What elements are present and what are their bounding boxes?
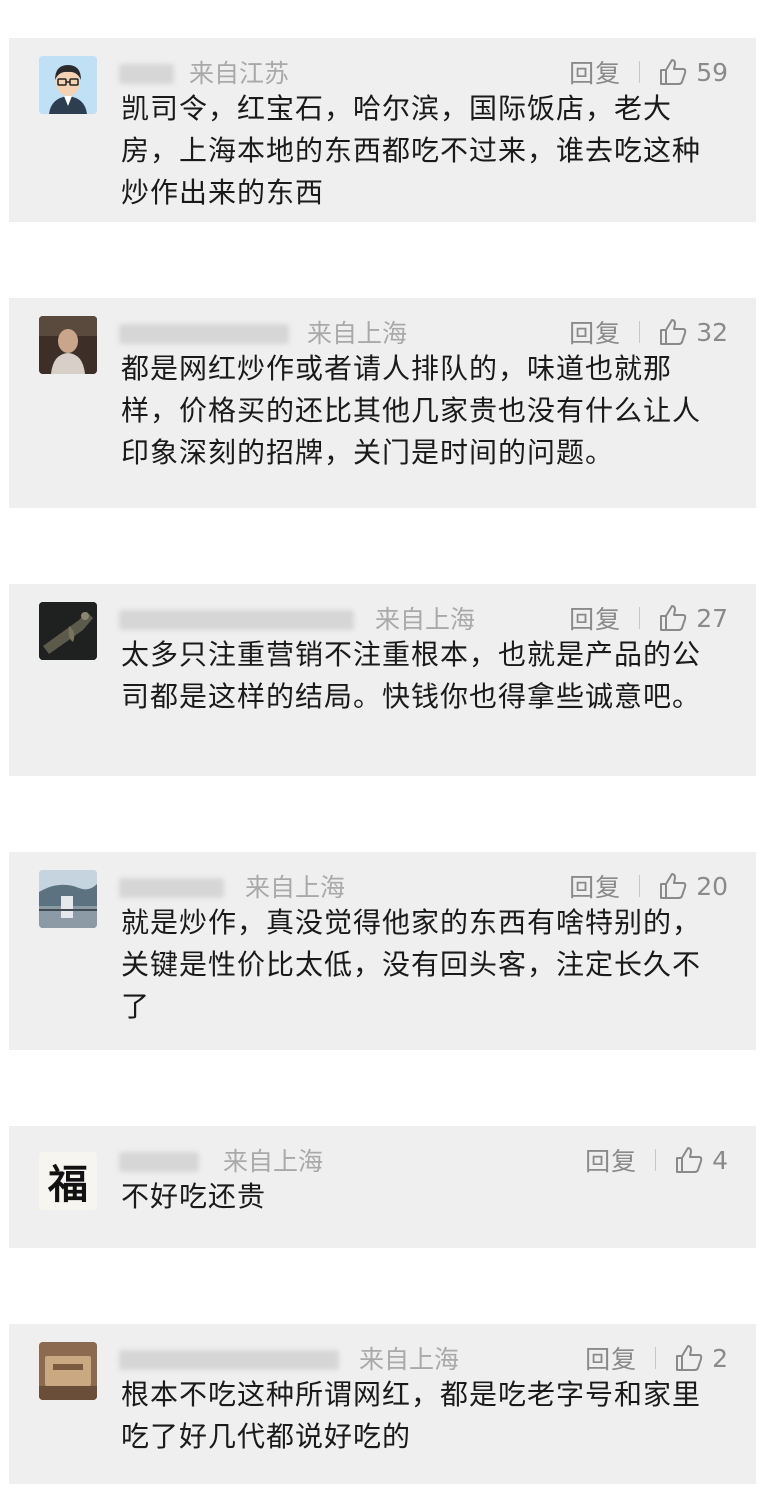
comment-text: 根本不吃这种所谓网红，都是吃老字号和家里吃了好几代都说好吃的 <box>121 1378 702 1453</box>
avatar[interactable] <box>39 316 97 374</box>
location-label: 来自江苏 <box>189 59 290 88</box>
avatar[interactable] <box>39 1342 97 1400</box>
comment-meta: 来自上海 回复 20 <box>119 866 728 902</box>
comment-actions: 回复 32 <box>569 314 728 350</box>
reply-button[interactable]: 回复 <box>585 1142 637 1178</box>
comment-meta: 来自上海 回复 27 <box>119 598 728 634</box>
divider <box>655 1347 657 1369</box>
like-count: 32 <box>696 317 728 347</box>
comment-text: 太多只注重营销不注重根本，也就是产品的公司都是这样的结局。快钱你也得拿些诚意吧。 <box>121 638 702 713</box>
location-label: 来自上海 <box>245 873 346 902</box>
like-count: 4 <box>712 1145 728 1175</box>
like-count: 27 <box>696 603 728 633</box>
like-count: 20 <box>696 871 728 901</box>
comment-actions: 回复 2 <box>585 1340 728 1376</box>
avatar[interactable] <box>39 56 97 114</box>
photo-avatar-icon <box>39 602 97 660</box>
thumbs-up-icon[interactable] <box>674 1145 704 1175</box>
cartoon-man-avatar-icon <box>39 56 97 114</box>
username-redacted <box>119 64 174 84</box>
username-redacted <box>119 610 354 630</box>
fu-character-avatar-icon: 福 <box>48 1161 88 1208</box>
like-count: 2 <box>712 1343 728 1373</box>
location-label: 来自上海 <box>223 1147 324 1176</box>
comment-text: 就是炒作，真没觉得他家的东西有啥特别的，关键是性价比太低，没有回头客，注定长久不… <box>121 906 702 1023</box>
reply-button[interactable]: 回复 <box>569 600 621 636</box>
photo-avatar-icon <box>39 316 97 374</box>
divider <box>639 321 641 343</box>
comment-card: 来自上海 回复 2 根本不吃这种所谓网红，都是吃老字号和家里吃了好几代都说好吃的 <box>9 1324 756 1484</box>
username-redacted <box>119 324 289 344</box>
avatar[interactable] <box>39 602 97 660</box>
username-redacted <box>119 878 224 898</box>
comment-actions: 回复 27 <box>569 600 728 636</box>
comment-text: 不好吃还贵 <box>121 1180 267 1213</box>
reply-button[interactable]: 回复 <box>569 54 621 90</box>
comment-actions: 回复 4 <box>585 1142 728 1178</box>
divider <box>639 875 641 897</box>
comment-card: 来自上海 回复 20 就是炒作，真没觉得他家的东西有啥特别的，关键是性价比太低，… <box>9 852 756 1050</box>
reply-button[interactable]: 回复 <box>569 868 621 904</box>
photo-avatar-icon <box>39 1342 97 1400</box>
location-label: 来自上海 <box>359 1345 460 1374</box>
username-redacted <box>119 1350 339 1370</box>
divider <box>639 607 641 629</box>
avatar[interactable]: 福 <box>39 1152 97 1210</box>
comment-meta: 来自上海 回复 32 <box>119 312 728 348</box>
comment-card: 来自上海 回复 32 都是网红炒作或者请人排队的，味道也就那样，价格买的还比其他… <box>9 298 756 508</box>
thumbs-up-icon[interactable] <box>658 603 688 633</box>
thumbs-up-icon[interactable] <box>658 57 688 87</box>
comment-card: 来自上海 回复 27 太多只注重营销不注重根本，也就是产品的公司都是这样的结局。… <box>9 584 756 776</box>
like-count: 59 <box>696 57 728 87</box>
comment-actions: 回复 20 <box>569 868 728 904</box>
thumbs-up-icon[interactable] <box>674 1343 704 1373</box>
comment-meta: 来自上海 回复 4 <box>119 1140 728 1176</box>
comment-card: 福 来自上海 回复 4 不好吃还贵 <box>9 1126 756 1248</box>
comment-meta: 来自江苏 回复 59 <box>119 52 728 88</box>
reply-button[interactable]: 回复 <box>569 314 621 350</box>
username-redacted <box>119 1152 199 1172</box>
location-label: 来自上海 <box>307 319 408 348</box>
thumbs-up-icon[interactable] <box>658 871 688 901</box>
comment-card: 来自江苏 回复 59 凯司令，红宝石，哈尔滨，国际饭店，老大房，上海本地的东西都… <box>9 38 756 222</box>
photo-avatar-icon <box>39 870 97 928</box>
comment-actions: 回复 59 <box>569 54 728 90</box>
comment-meta: 来自上海 回复 2 <box>119 1338 728 1374</box>
comment-text: 凯司令，红宝石，哈尔滨，国际饭店，老大房，上海本地的东西都吃不过来，谁去吃这种炒… <box>121 92 702 209</box>
divider <box>639 61 641 83</box>
avatar[interactable] <box>39 870 97 928</box>
divider <box>655 1149 657 1171</box>
location-label: 来自上海 <box>375 605 476 634</box>
comment-text: 都是网红炒作或者请人排队的，味道也就那样，价格买的还比其他几家贵也没有什么让人印… <box>121 352 702 469</box>
thumbs-up-icon[interactable] <box>658 317 688 347</box>
reply-button[interactable]: 回复 <box>585 1340 637 1376</box>
